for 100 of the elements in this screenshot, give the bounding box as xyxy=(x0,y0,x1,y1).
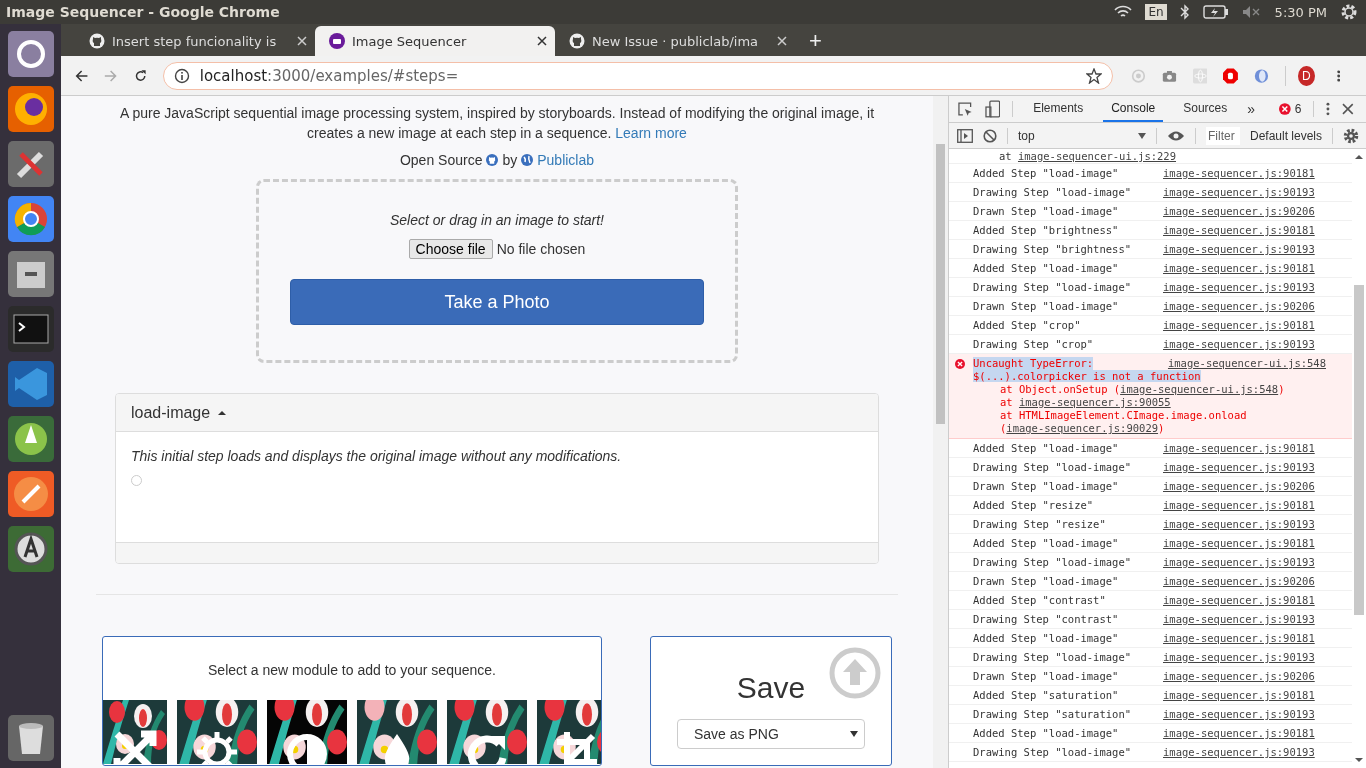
source-link[interactable]: image-sequencer.js:90181 xyxy=(1163,632,1315,644)
globe-icon[interactable] xyxy=(521,154,534,166)
browser-icon[interactable] xyxy=(6,85,55,133)
rocket-icon[interactable] xyxy=(6,415,55,463)
pen-tool-icon[interactable] xyxy=(6,470,55,518)
swirl-icon[interactable] xyxy=(1254,66,1270,85)
browser-tab[interactable]: Image Sequencer xyxy=(315,26,555,56)
kebab-menu-icon[interactable] xyxy=(1326,102,1331,116)
error-icon[interactable] xyxy=(1279,103,1291,115)
source-link[interactable]: image-sequencer.js:90181 xyxy=(1163,689,1315,701)
clock[interactable]: 5:30 PM xyxy=(1274,4,1327,20)
source-link[interactable]: image-sequencer.js:90181 xyxy=(1163,442,1315,454)
info-icon[interactable] xyxy=(173,67,190,84)
more-tabs-button[interactable]: » xyxy=(1247,101,1256,117)
source-link[interactable]: image-sequencer.js:90206 xyxy=(1163,300,1315,312)
source-link[interactable]: image-sequencer.js:90193 xyxy=(1163,651,1315,663)
source-link[interactable]: image-sequencer.js:90181 xyxy=(1163,594,1315,606)
source-link[interactable]: image-sequencer.js:90181 xyxy=(1163,727,1315,739)
source-link[interactable]: image-sequencer.js:90193 xyxy=(1163,556,1315,568)
source-link[interactable]: image-sequencer.js:90193 xyxy=(1163,186,1315,198)
log-message: Drawing Step "brightness" xyxy=(973,243,1133,255)
clear-console-icon[interactable] xyxy=(983,128,997,143)
settings-tools-icon[interactable] xyxy=(6,140,55,188)
log-message: Added Step "contrast" xyxy=(973,594,1107,606)
source-link[interactable]: image-sequencer.js:90206 xyxy=(1163,575,1315,587)
close-icon[interactable] xyxy=(1342,103,1354,115)
source-link[interactable]: image-sequencer.js:90181 xyxy=(1163,262,1315,274)
scrollbar[interactable] xyxy=(933,96,948,768)
settings-icon[interactable] xyxy=(1343,127,1360,144)
code-editor-icon[interactable] xyxy=(6,360,55,408)
publiclab-link[interactable]: Publiclab xyxy=(537,152,595,168)
eye-icon[interactable] xyxy=(1167,129,1185,142)
take-photo-button[interactable]: Take a Photo xyxy=(290,279,704,325)
close-icon[interactable] xyxy=(537,36,547,46)
power-gear-icon[interactable] xyxy=(1340,3,1358,21)
filter-field[interactable]: Filter xyxy=(1206,126,1240,145)
devtools-tab[interactable]: Sources xyxy=(1175,96,1236,122)
source-link[interactable]: image-sequencer.js:90206 xyxy=(1163,480,1315,492)
source-link[interactable]: image-sequencer.js:90029 xyxy=(1006,422,1159,434)
bluetooth-icon[interactable] xyxy=(1179,4,1190,20)
new-tab-button[interactable]: + xyxy=(809,29,822,53)
caret-icon[interactable] xyxy=(218,410,227,415)
log-message: Drawing Step "resize" xyxy=(973,518,1107,530)
source-link[interactable]: image-sequencer.js:90181 xyxy=(1163,167,1315,179)
browser-tab[interactable]: Insert step funcionality is xyxy=(75,26,315,56)
error-count[interactable]: 6 xyxy=(1294,102,1302,116)
sidebar-toggle-icon[interactable] xyxy=(957,128,973,143)
source-link[interactable]: image-sequencer.js:90181 xyxy=(1163,537,1315,549)
log-message: Drawing Step "load-image" xyxy=(973,746,1133,758)
source-link[interactable]: image-sequencer.js:90181 xyxy=(1163,499,1315,511)
source-link[interactable]: image-sequencer.js:90193 xyxy=(1163,338,1315,350)
reload-icon[interactable] xyxy=(133,67,147,84)
source-link[interactable]: image-sequencer-ui.js:548 xyxy=(1167,357,1326,370)
stop-hand-icon[interactable] xyxy=(1223,66,1239,85)
context-select[interactable]: top xyxy=(1018,128,1146,143)
source-link[interactable]: image-sequencer.js:90193 xyxy=(1163,708,1315,720)
log-message: Added Step "brightness" xyxy=(973,224,1120,236)
star-icon[interactable] xyxy=(1085,67,1102,84)
source-link[interactable]: image-sequencer.js:90193 xyxy=(1163,613,1315,625)
updater-icon[interactable] xyxy=(6,525,55,573)
source-link[interactable]: image-sequencer.js:90206 xyxy=(1163,205,1315,217)
tab-title: Image Sequencer xyxy=(352,33,468,49)
source-link[interactable]: image-sequencer.js:90181 xyxy=(1163,319,1315,331)
trash-icon[interactable] xyxy=(6,714,55,762)
step-title[interactable]: load-image xyxy=(131,403,211,422)
format-select[interactable]: Save as PNG xyxy=(677,719,865,749)
inspect-icon[interactable] xyxy=(957,101,973,117)
source-link[interactable]: image-sequencer.js:90193 xyxy=(1163,243,1315,255)
device-icon[interactable] xyxy=(984,100,1001,118)
source-link[interactable]: image-sequencer.js:90055 xyxy=(1018,396,1171,408)
github-icon xyxy=(569,33,585,49)
source-link[interactable]: image-sequencer.js:90193 xyxy=(1163,281,1315,293)
source-link[interactable]: image-sequencer.js:90193 xyxy=(1163,746,1315,758)
address-field[interactable]: localhost:3000/examples/#steps= xyxy=(162,61,1113,90)
source-link[interactable]: image-sequencer-ui.js:548 xyxy=(1120,383,1279,395)
file-cabinet-icon[interactable] xyxy=(6,250,55,298)
log-message: Added Step "load-image" xyxy=(973,167,1120,179)
levels-dropdown[interactable]: Default levels xyxy=(1250,128,1323,143)
source-link[interactable]: image-sequencer.js:90193 xyxy=(1163,518,1315,530)
wifi-icon[interactable] xyxy=(1114,5,1133,19)
browser-icon[interactable] xyxy=(6,195,55,243)
terminal-icon[interactable] xyxy=(6,305,55,353)
github-icon[interactable] xyxy=(486,154,499,166)
error-icon xyxy=(955,359,965,369)
learn-more-link[interactable]: Learn more xyxy=(615,125,687,141)
choose-file-button[interactable]: Choose file xyxy=(408,239,493,259)
menu-icon[interactable] xyxy=(1336,67,1340,84)
battery-icon[interactable] xyxy=(1202,5,1229,19)
log-message: Added Step "load-image" xyxy=(973,632,1120,644)
muted-speaker-icon[interactable] xyxy=(1241,5,1262,19)
keyboard-indicator[interactable]: En xyxy=(1145,4,1167,20)
profile-avatar[interactable]: D xyxy=(1298,65,1315,86)
source-link[interactable]: image-sequencer.js:90181 xyxy=(1163,224,1315,236)
dropzone[interactable]: Select or drag in an image to start! Choose file No file chosen Take a Photo xyxy=(256,179,738,363)
source-link[interactable]: image-sequencer-ui.js:229 xyxy=(1017,150,1176,162)
circle-logo-icon[interactable] xyxy=(6,30,55,78)
devtools-tab[interactable]: Elements xyxy=(1025,96,1092,122)
browser-tab[interactable]: New Issue · publiclab/ima xyxy=(555,26,795,56)
source-link[interactable]: image-sequencer.js:90193 xyxy=(1163,461,1315,473)
source-link[interactable]: image-sequencer.js:90206 xyxy=(1163,670,1315,682)
